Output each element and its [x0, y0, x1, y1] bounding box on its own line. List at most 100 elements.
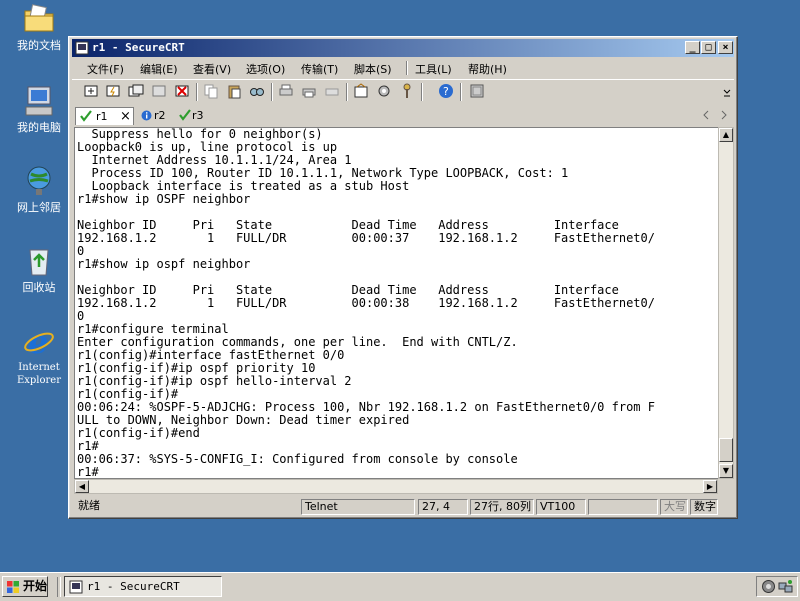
- toolbar: ?: [72, 79, 734, 104]
- print-icon[interactable]: [278, 83, 294, 99]
- menu-edit[interactable]: 编辑(E): [140, 61, 178, 77]
- reconnect-icon[interactable]: [151, 83, 167, 99]
- status-ready: 就绪: [78, 499, 100, 512]
- session-tab-bar: r1 × r2 r3: [72, 105, 734, 125]
- paste-icon[interactable]: [226, 83, 242, 99]
- tab-scroll-left-icon[interactable]: [702, 110, 710, 120]
- menu-bar: 文件(F) 编辑(E) 查看(V) 选项(O) 传输(T) 脚本(S) 工具(L…: [72, 58, 734, 77]
- status-protocol: Telnet: [301, 499, 415, 515]
- scroll-up-button[interactable]: ▲: [719, 128, 733, 142]
- menu-transfer[interactable]: 传输(T): [301, 61, 338, 77]
- terminal-output[interactable]: Suppress hello for 0 neighbor(s) Loopback…: [74, 127, 719, 479]
- window-title: r1 - SecureCRT: [92, 41, 185, 54]
- terminal-lines: Suppress hello for 0 neighbor(s) Loopback…: [75, 128, 718, 478]
- app-icon: [69, 580, 83, 594]
- global-options-icon[interactable]: [376, 83, 392, 99]
- terminal-line: 192.168.1.2 1 FULL/DR 00:00:38 192.168.1…: [77, 296, 655, 310]
- menu-script[interactable]: 脚本(S): [354, 61, 392, 77]
- toolbar-separator: [460, 83, 462, 101]
- tab-label: r3: [192, 109, 204, 122]
- start-label: 开始: [23, 579, 48, 593]
- menu-tools[interactable]: 工具(L): [415, 61, 452, 77]
- tab-label: r2: [154, 109, 166, 122]
- windows-logo-icon: [6, 580, 20, 594]
- network-icon: [22, 164, 56, 198]
- scroll-down-button[interactable]: ▼: [719, 464, 733, 478]
- status-bar: 就绪 Telnet 27, 4 27行, 80列 VT100 大写 数字: [72, 497, 734, 517]
- vertical-scrollbar[interactable]: ▲ ▼: [718, 127, 734, 479]
- toolbar-chevron-icon[interactable]: [722, 86, 732, 98]
- tab-scroll-right-icon[interactable]: [720, 110, 728, 120]
- horizontal-scrollbar[interactable]: ◀ ▶: [74, 479, 718, 494]
- desktop-icon-recycle-bin[interactable]: 回收站: [6, 244, 72, 294]
- recycle-bin-icon: [22, 244, 56, 278]
- help-icon[interactable]: ?: [438, 83, 454, 99]
- status-cursor: 27, 4: [418, 499, 468, 515]
- close-button[interactable]: ×: [718, 41, 733, 54]
- scroll-left-button[interactable]: ◀: [75, 480, 89, 493]
- tab-r2[interactable]: r2: [138, 107, 170, 124]
- terminal-line: r1(config-if)#end: [77, 426, 200, 440]
- status-size: 27行, 80列: [470, 499, 534, 515]
- terminal-line: 00:06:37: %SYS-5-CONFIG_I: Configured fr…: [77, 452, 518, 466]
- scroll-thumb[interactable]: [719, 438, 733, 462]
- copy-icon[interactable]: [203, 83, 219, 99]
- computer-icon: [22, 84, 56, 118]
- taskbar-item-securecrt[interactable]: r1 - SecureCRT: [64, 576, 222, 597]
- check-icon: [179, 109, 191, 121]
- taskbar: 开始 r1 - SecureCRT: [0, 572, 800, 601]
- status-emulation: VT100: [536, 499, 586, 515]
- quick-connect-icon[interactable]: [105, 83, 121, 99]
- print-selection-icon[interactable]: [301, 83, 317, 99]
- desktop-icon-my-documents[interactable]: 我的文档: [6, 2, 72, 52]
- network-tray-icon[interactable]: [778, 579, 793, 594]
- minimize-button[interactable]: _: [685, 41, 700, 54]
- desktop-icon-label: 回收站: [22, 281, 56, 294]
- menu-options[interactable]: 选项(O): [246, 61, 285, 77]
- toolbar-separator: [271, 83, 273, 101]
- connect-icon[interactable]: [83, 83, 99, 99]
- toolbar-separator: [421, 83, 423, 101]
- print-setup-icon[interactable]: [324, 83, 340, 99]
- disconnect-icon[interactable]: [174, 83, 190, 99]
- desktop-icon-my-computer[interactable]: 我的电脑: [6, 84, 72, 134]
- menu-help[interactable]: 帮助(H): [468, 61, 507, 77]
- taskbar-separator: [57, 577, 61, 597]
- tab-label: r1: [96, 110, 108, 123]
- desktop-icon-label: Internet Explorer: [16, 362, 62, 386]
- desktop-icon-internet-explorer[interactable]: e Internet Explorer: [6, 323, 72, 387]
- desktop-icon-network[interactable]: 网上邻居: [6, 164, 72, 214]
- tab-close-icon[interactable]: ×: [120, 109, 131, 124]
- check-icon: [80, 110, 92, 122]
- desktop-icon-label: 网上邻居: [17, 201, 61, 214]
- desktop-icon-label: 我的电脑: [17, 121, 61, 134]
- toolbar-separator: [346, 83, 348, 101]
- status-num: 数字: [690, 499, 718, 515]
- scroll-right-button[interactable]: ▶: [703, 480, 717, 493]
- folder-icon: [22, 2, 56, 36]
- maximize-button[interactable]: □: [701, 41, 716, 54]
- taskbar-item-label: r1 - SecureCRT: [87, 580, 180, 593]
- menu-view[interactable]: 查看(V): [193, 61, 231, 77]
- desktop-icon-label: 我的文档: [17, 39, 61, 52]
- terminal-line: r1#show ip OSPF neighbor: [77, 192, 251, 206]
- speaker-icon[interactable]: [761, 579, 776, 594]
- tab-r3[interactable]: r3: [176, 107, 208, 124]
- terminal-line: 192.168.1.2 1 FULL/DR 00:00:37 192.168.1…: [77, 231, 655, 245]
- connect-tab-icon[interactable]: [128, 83, 144, 99]
- key-map-icon[interactable]: [399, 83, 415, 99]
- system-tray: [756, 576, 798, 597]
- tab-r1[interactable]: r1 ×: [75, 107, 134, 125]
- session-options-icon[interactable]: [353, 83, 369, 99]
- app-icon: [75, 41, 89, 55]
- find-icon[interactable]: [249, 83, 265, 99]
- keypad-icon[interactable]: [469, 83, 485, 99]
- securecrt-window: r1 - SecureCRT _ □ × 文件(F) 编辑(E) 查看(V) 选…: [68, 36, 738, 519]
- status-blank: [588, 499, 658, 515]
- title-bar[interactable]: r1 - SecureCRT _ □ ×: [72, 39, 734, 57]
- menu-file[interactable]: 文件(F): [87, 61, 124, 77]
- start-button[interactable]: 开始: [2, 576, 48, 597]
- terminal-line: r1#show ip ospf neighbor: [77, 257, 251, 271]
- ie-icon: e: [22, 323, 56, 361]
- svg-text:e: e: [28, 324, 48, 358]
